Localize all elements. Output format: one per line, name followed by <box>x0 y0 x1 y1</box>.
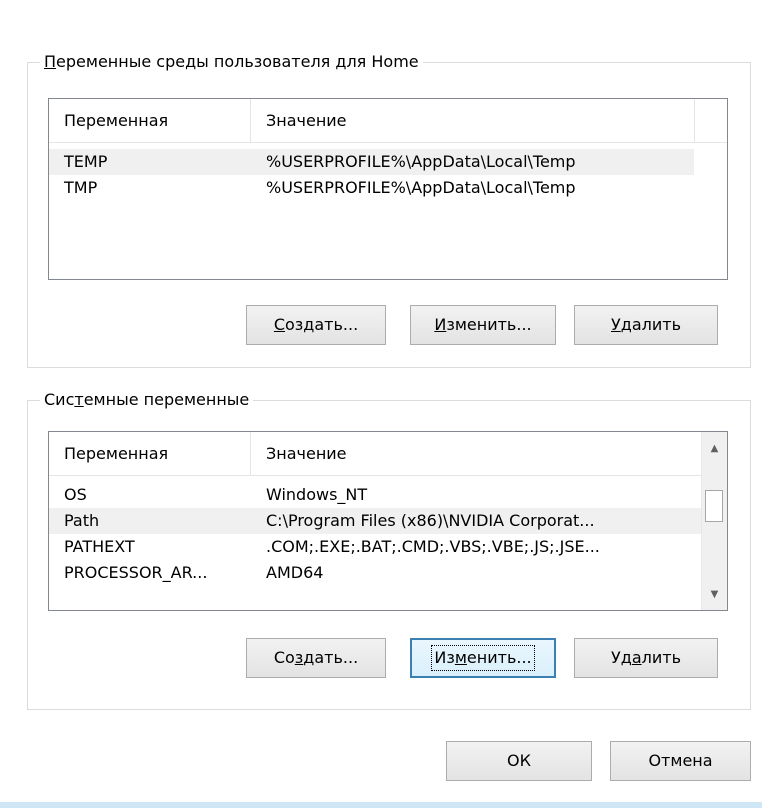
variable-name-cell: TMP <box>64 178 98 197</box>
table-row[interactable]: PATHEXT .COM;.EXE;.BAT;.CMD;.VBS;.VBE;.J… <box>49 534 701 560</box>
variable-name-cell: PROCESSOR_AR... <box>64 563 208 582</box>
focus-rectangle: Изменить... <box>431 645 535 671</box>
variable-value-cell: AMD64 <box>266 563 324 582</box>
system-edit-button[interactable]: Изменить... <box>410 638 556 678</box>
column-header-value[interactable]: Значение <box>251 432 701 475</box>
table-row[interactable]: Path C:\Program Files (x86)\NVIDIA Corpo… <box>49 508 701 534</box>
column-header-value[interactable]: Значение <box>251 99 695 142</box>
table-row[interactable]: PROCESSOR_AR... AMD64 <box>49 560 701 586</box>
variable-value-cell: %USERPROFILE%\AppData\Local\Temp <box>266 152 576 171</box>
variable-name-cell: Path <box>64 511 100 530</box>
variable-name-cell: TEMP <box>64 152 108 171</box>
variable-value-cell: Windows_NT <box>266 485 368 504</box>
user-delete-button[interactable]: Удалить <box>574 305 718 345</box>
scroll-down-arrow-icon[interactable]: ▼ <box>702 582 727 608</box>
user-variables-list-header: Переменная Значение <box>49 99 727 143</box>
variable-name-cell: OS <box>64 485 87 504</box>
variable-value-cell: %USERPROFILE%\AppData\Local\Temp <box>266 178 576 197</box>
system-variables-scrollbar[interactable]: ▲ ▼ <box>701 432 727 610</box>
ok-button[interactable]: ОК <box>446 741 592 781</box>
scrollbar-thumb[interactable] <box>705 490 723 522</box>
user-variables-group-title: Переменные среды пользователя для Home <box>40 51 423 73</box>
system-create-button[interactable]: Создать... <box>246 638 386 678</box>
column-header-variable[interactable]: Переменная <box>49 432 251 475</box>
variable-value-cell: C:\Program Files (x86)\NVIDIA Corporat..… <box>266 511 595 530</box>
scroll-up-arrow-icon[interactable]: ▲ <box>702 436 727 462</box>
user-create-button[interactable]: Создать... <box>246 305 386 345</box>
column-header-variable[interactable]: Переменная <box>49 99 251 142</box>
system-variables-list[interactable]: Переменная Значение OS Windows_NT Path C… <box>48 431 728 611</box>
variable-value-cell: .COM;.EXE;.BAT;.CMD;.VBS;.VBE;.JS;.JSE..… <box>266 537 600 556</box>
system-delete-button[interactable]: Удалить <box>574 638 718 678</box>
user-edit-button[interactable]: Изменить... <box>410 305 556 345</box>
cancel-button[interactable]: Отмена <box>610 741 751 781</box>
table-row[interactable]: TMP %USERPROFILE%\AppData\Local\Temp <box>49 175 694 201</box>
user-variables-group: Переменные среды пользователя для Home П… <box>27 51 751 368</box>
environment-variables-dialog: Переменные среды пользователя для Home П… <box>0 0 762 808</box>
variable-name-cell: PATHEXT <box>64 537 135 556</box>
user-variables-list[interactable]: Переменная Значение TEMP %USERPROFILE%\A… <box>48 98 728 280</box>
system-variables-list-header: Переменная Значение <box>49 432 701 476</box>
system-variables-group-title: Системные переменные <box>40 389 254 411</box>
window-bottom-edge <box>0 802 762 808</box>
table-row[interactable]: OS Windows_NT <box>49 482 701 508</box>
table-row[interactable]: TEMP %USERPROFILE%\AppData\Local\Temp <box>49 149 694 175</box>
system-variables-group: Системные переменные Переменная Значение… <box>27 389 751 710</box>
